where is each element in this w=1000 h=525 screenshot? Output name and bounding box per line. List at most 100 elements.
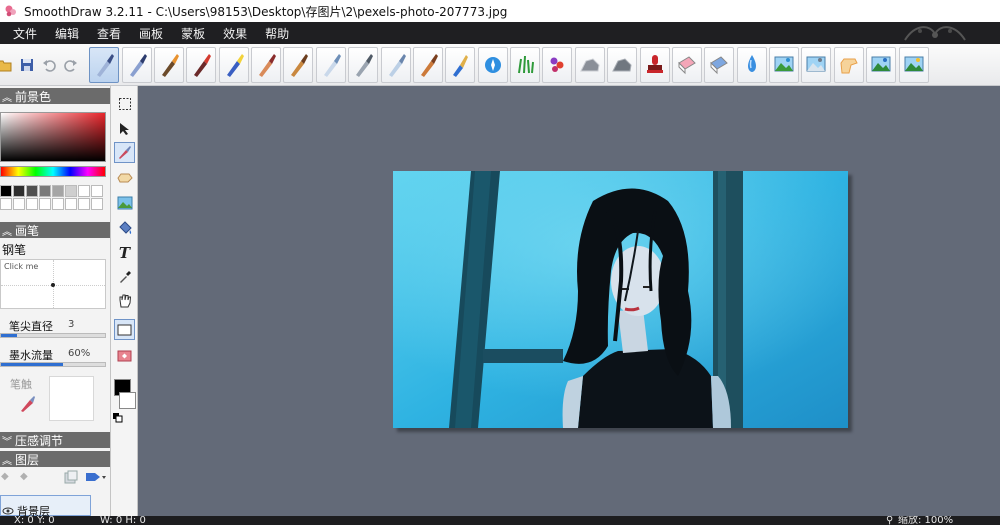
palette-swatch[interactable] [65, 185, 77, 197]
brush-preview[interactable]: Click me [0, 259, 106, 309]
new-layer-icon[interactable] [64, 470, 78, 487]
palette-swatch[interactable] [78, 198, 90, 210]
menu-canvas[interactable]: 画板 [139, 25, 163, 42]
smudge-hand-brush-icon [840, 58, 858, 73]
blur-brush-button[interactable] [477, 46, 508, 83]
image-tool-icon[interactable] [114, 192, 135, 213]
layer-options-icon[interactable] [85, 471, 107, 486]
palette-swatch[interactable] [13, 185, 25, 197]
eyedropper-tool-icon[interactable] [114, 266, 135, 287]
paint-bucket-brush-button[interactable] [445, 46, 476, 83]
brush-header[interactable]: ︽ 画笔 [0, 222, 110, 238]
palette-swatch[interactable] [91, 185, 103, 197]
rect-shape-tool-icon[interactable] [114, 319, 135, 340]
ink-flow-slider[interactable] [0, 362, 106, 367]
move-layer-down-icon[interactable]: ◆ [20, 471, 28, 482]
palette-swatch[interactable] [52, 198, 64, 210]
menu-view[interactable]: 查看 [97, 25, 121, 42]
background-color-swatch[interactable] [119, 392, 136, 409]
text-tool-icon[interactable]: T [114, 242, 135, 263]
menu-help[interactable]: 帮助 [265, 25, 289, 42]
tip-size-label: 笔尖直径 [9, 320, 53, 333]
sunny-scene-brush-button[interactable] [898, 46, 929, 83]
layer-item[interactable]: 背景层 [0, 495, 91, 516]
cursor-position: X: 0 Y: 0 [14, 516, 55, 525]
palette-swatch[interactable] [0, 185, 12, 197]
palette-swatch[interactable] [26, 185, 38, 197]
undo-icon[interactable] [40, 56, 58, 74]
scene-brush-button[interactable] [866, 46, 897, 83]
flat-brush-button[interactable] [412, 46, 443, 83]
palette-swatch[interactable] [0, 198, 12, 210]
texture-brush-button[interactable] [574, 46, 605, 83]
canvas-image[interactable] [393, 171, 848, 428]
select-rect-icon[interactable] [114, 93, 135, 114]
flower-brush-icon [550, 57, 564, 72]
palette-swatch[interactable] [78, 185, 90, 197]
hue-slider[interactable] [0, 166, 106, 177]
tip-size-slider[interactable] [0, 333, 106, 338]
open-icon[interactable] [0, 56, 14, 74]
palette-swatch[interactable] [39, 185, 51, 197]
spray-fan-brush-button[interactable] [380, 46, 411, 83]
window-title: SmoothDraw 3.2.11 - C:\Users\98153\Deskt… [24, 4, 508, 19]
airbrush-brush-button[interactable] [315, 46, 346, 83]
layers-header[interactable]: ︽ 图层 [0, 451, 110, 467]
palette-swatch[interactable] [52, 185, 64, 197]
water-drop-brush-icon [747, 54, 756, 72]
palette-swatch[interactable] [91, 198, 103, 210]
redo-icon[interactable] [62, 56, 80, 74]
eye-icon[interactable] [2, 504, 14, 516]
paint-bucket-brush-icon [453, 54, 469, 77]
red-pencil-brush-button[interactable] [186, 46, 217, 83]
move-tool-icon[interactable] [114, 118, 135, 139]
mask-tool-icon[interactable] [114, 345, 135, 366]
blue-eraser-brush-button[interactable] [704, 46, 735, 83]
save-icon[interactable] [18, 56, 36, 74]
landscape-brush-button[interactable] [769, 46, 800, 83]
crayon-brush-button[interactable] [218, 46, 249, 83]
layer-name: 背景层 [17, 505, 50, 516]
grass-brush-icon [518, 55, 535, 73]
texture-brush-icon [580, 57, 600, 71]
move-layer-up-icon[interactable]: ◆ [1, 471, 9, 482]
fill-tool-icon[interactable] [114, 217, 135, 238]
palette-swatch[interactable] [26, 198, 38, 210]
brush-tip-preview[interactable] [49, 376, 94, 421]
mountain-brush-button[interactable] [801, 46, 832, 83]
pink-eraser-brush-button[interactable] [671, 46, 702, 83]
menu-edit[interactable]: 编辑 [55, 25, 79, 42]
menu-file[interactable]: 文件 [13, 25, 37, 42]
smudge-hand-brush-button[interactable] [833, 46, 864, 83]
calligraphy-pen-brush-icon [129, 53, 147, 77]
pencil-brush-button[interactable] [153, 46, 184, 83]
blur-brush-icon [484, 56, 501, 73]
swap-colors-icon[interactable] [113, 412, 123, 423]
spray-dots-brush-button[interactable] [348, 46, 379, 83]
scene-brush-icon [871, 56, 891, 71]
flower-brush-button[interactable] [542, 46, 573, 83]
stamp-brush-button[interactable] [639, 46, 670, 83]
oil-brush-icon [291, 53, 309, 77]
water-drop-brush-button[interactable] [736, 46, 767, 83]
rock-brush-button[interactable] [607, 46, 638, 83]
foreground-color-header[interactable]: ︽ 前景色 [0, 88, 110, 104]
palette-swatch[interactable] [13, 198, 25, 210]
menu-effects[interactable]: 效果 [223, 25, 247, 42]
brush-tool-icon[interactable] [114, 142, 135, 163]
grass-brush-button[interactable] [510, 46, 541, 83]
calligraphy-pen-brush-button[interactable] [121, 46, 152, 83]
pen-brush-icon [97, 53, 115, 77]
pressure-header[interactable]: ︾ 压感调节 [0, 432, 110, 448]
menu-mask[interactable]: 蒙板 [181, 25, 205, 42]
palette-swatch[interactable] [39, 198, 51, 210]
hand-tool-icon[interactable] [114, 290, 135, 311]
eraser-tool-icon[interactable] [114, 167, 135, 188]
palette-swatch[interactable] [65, 198, 77, 210]
pen-brush-button[interactable] [89, 46, 120, 83]
collapse-icon: ︽ [2, 92, 12, 104]
brush-tip-icon[interactable] [17, 394, 37, 414]
oil-brush-button[interactable] [283, 46, 314, 83]
color-picker[interactable] [0, 112, 106, 162]
marker-brush-button[interactable] [251, 46, 282, 83]
